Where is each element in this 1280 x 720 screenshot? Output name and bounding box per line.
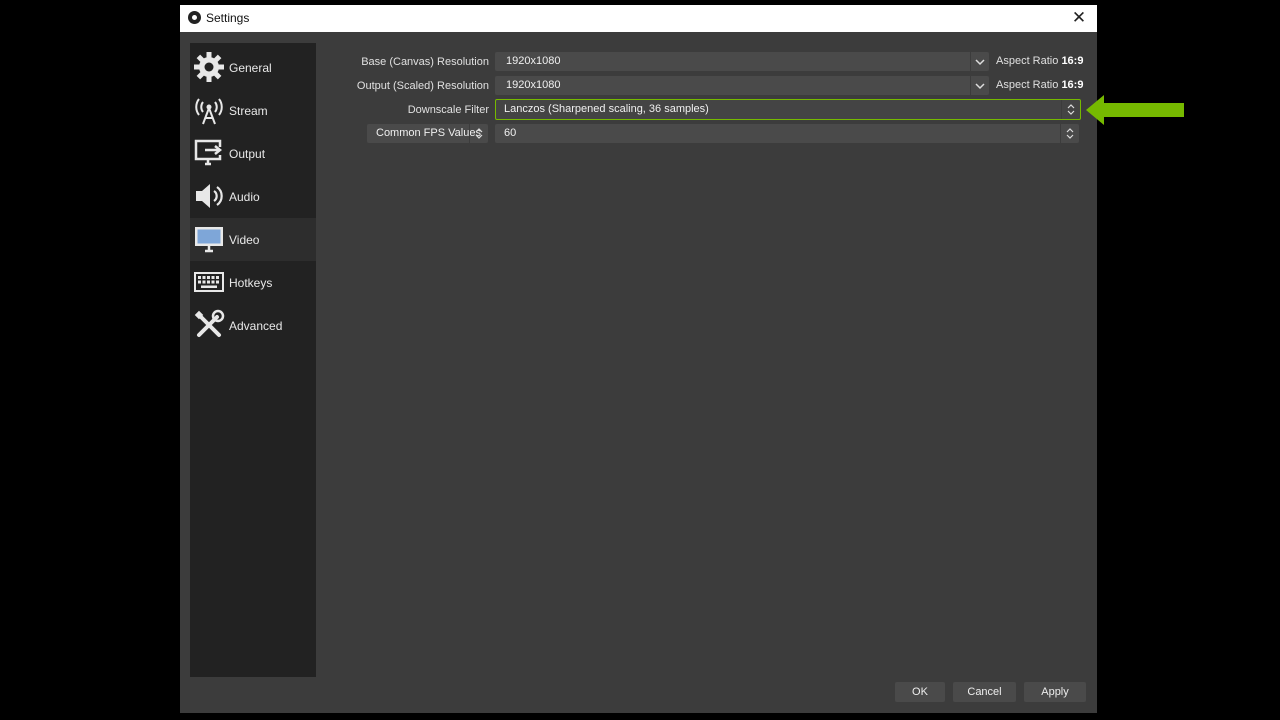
output-icon — [194, 139, 223, 166]
settings-sidebar: General Stream Output Audio Video Hotkey… — [190, 43, 316, 677]
base-resolution-value: 1920x1080 — [506, 55, 561, 67]
sidebar-item-label: General — [229, 61, 272, 75]
ok-button[interactable]: OK — [895, 682, 945, 702]
green-arrow-icon — [1086, 95, 1184, 125]
chevron-down-icon[interactable] — [970, 76, 989, 95]
output-resolution-value: 1920x1080 — [506, 79, 561, 91]
updown-spinner-icon[interactable] — [1061, 100, 1080, 119]
window-title: Settings — [206, 11, 250, 25]
fps-type-value: Common FPS Values — [376, 127, 481, 139]
output-aspect-ratio: Aspect Ratio 16:9 — [996, 79, 1083, 91]
aspect-ratio-label: Aspect Ratio — [996, 55, 1059, 67]
aspect-ratio-value: 16:9 — [1061, 55, 1084, 67]
speaker-icon — [196, 184, 223, 208]
sidebar-item-label: Stream — [229, 104, 268, 118]
aspect-ratio-value: 16:9 — [1061, 79, 1084, 91]
close-icon[interactable]: ✕ — [1068, 7, 1090, 29]
obs-logo-icon — [188, 11, 201, 24]
fps-value: 60 — [504, 127, 517, 139]
sidebar-item-audio[interactable]: Audio — [190, 175, 316, 218]
keyboard-icon — [194, 272, 224, 292]
sidebar-item-label: Advanced — [229, 319, 283, 333]
sidebar-item-video[interactable]: Video — [190, 218, 316, 261]
sidebar-item-label: Audio — [229, 190, 260, 204]
downscale-filter-value: Lanczos (Sharpened scaling, 36 samples) — [504, 103, 709, 115]
base-aspect-ratio: Aspect Ratio 16:9 — [996, 55, 1083, 67]
chevron-down-icon[interactable] — [970, 52, 989, 71]
gear-icon — [194, 52, 224, 82]
aspect-ratio-label: Aspect Ratio — [996, 79, 1059, 91]
antenna-icon — [195, 98, 223, 125]
output-resolution-combo[interactable]: 1920x1080 — [495, 76, 989, 95]
sidebar-item-output[interactable]: Output — [190, 132, 316, 175]
sidebar-item-label: Output — [229, 147, 266, 161]
fps-value-combo[interactable]: 60 — [495, 124, 1079, 143]
cancel-button[interactable]: Cancel — [953, 682, 1016, 702]
tools-icon — [194, 309, 225, 337]
sidebar-item-label: Hotkeys — [229, 276, 273, 290]
sidebar-item-label: Video — [229, 233, 260, 247]
sidebar-item-advanced[interactable]: Advanced — [190, 304, 316, 347]
sidebar-item-hotkeys[interactable]: Hotkeys — [190, 261, 316, 304]
title-bar: Settings ✕ — [180, 5, 1097, 32]
base-resolution-label: Base (Canvas) Resolution — [361, 56, 489, 68]
fps-type-combo[interactable]: Common FPS Values — [367, 124, 488, 143]
downscale-filter-label: Downscale Filter — [407, 104, 489, 116]
sidebar-item-stream[interactable]: Stream — [190, 89, 316, 132]
settings-window: Settings ✕ General Stream Output Audio V… — [180, 5, 1097, 713]
apply-button[interactable]: Apply — [1024, 682, 1086, 702]
output-resolution-label: Output (Scaled) Resolution — [356, 80, 489, 92]
updown-spinner-icon[interactable] — [469, 124, 488, 143]
downscale-filter-combo[interactable]: Lanczos (Sharpened scaling, 36 samples) — [495, 99, 1081, 120]
sidebar-item-general[interactable]: General — [190, 46, 316, 89]
updown-spinner-icon[interactable] — [1060, 124, 1079, 143]
base-resolution-combo[interactable]: 1920x1080 — [495, 52, 989, 71]
monitor-icon — [195, 227, 223, 253]
